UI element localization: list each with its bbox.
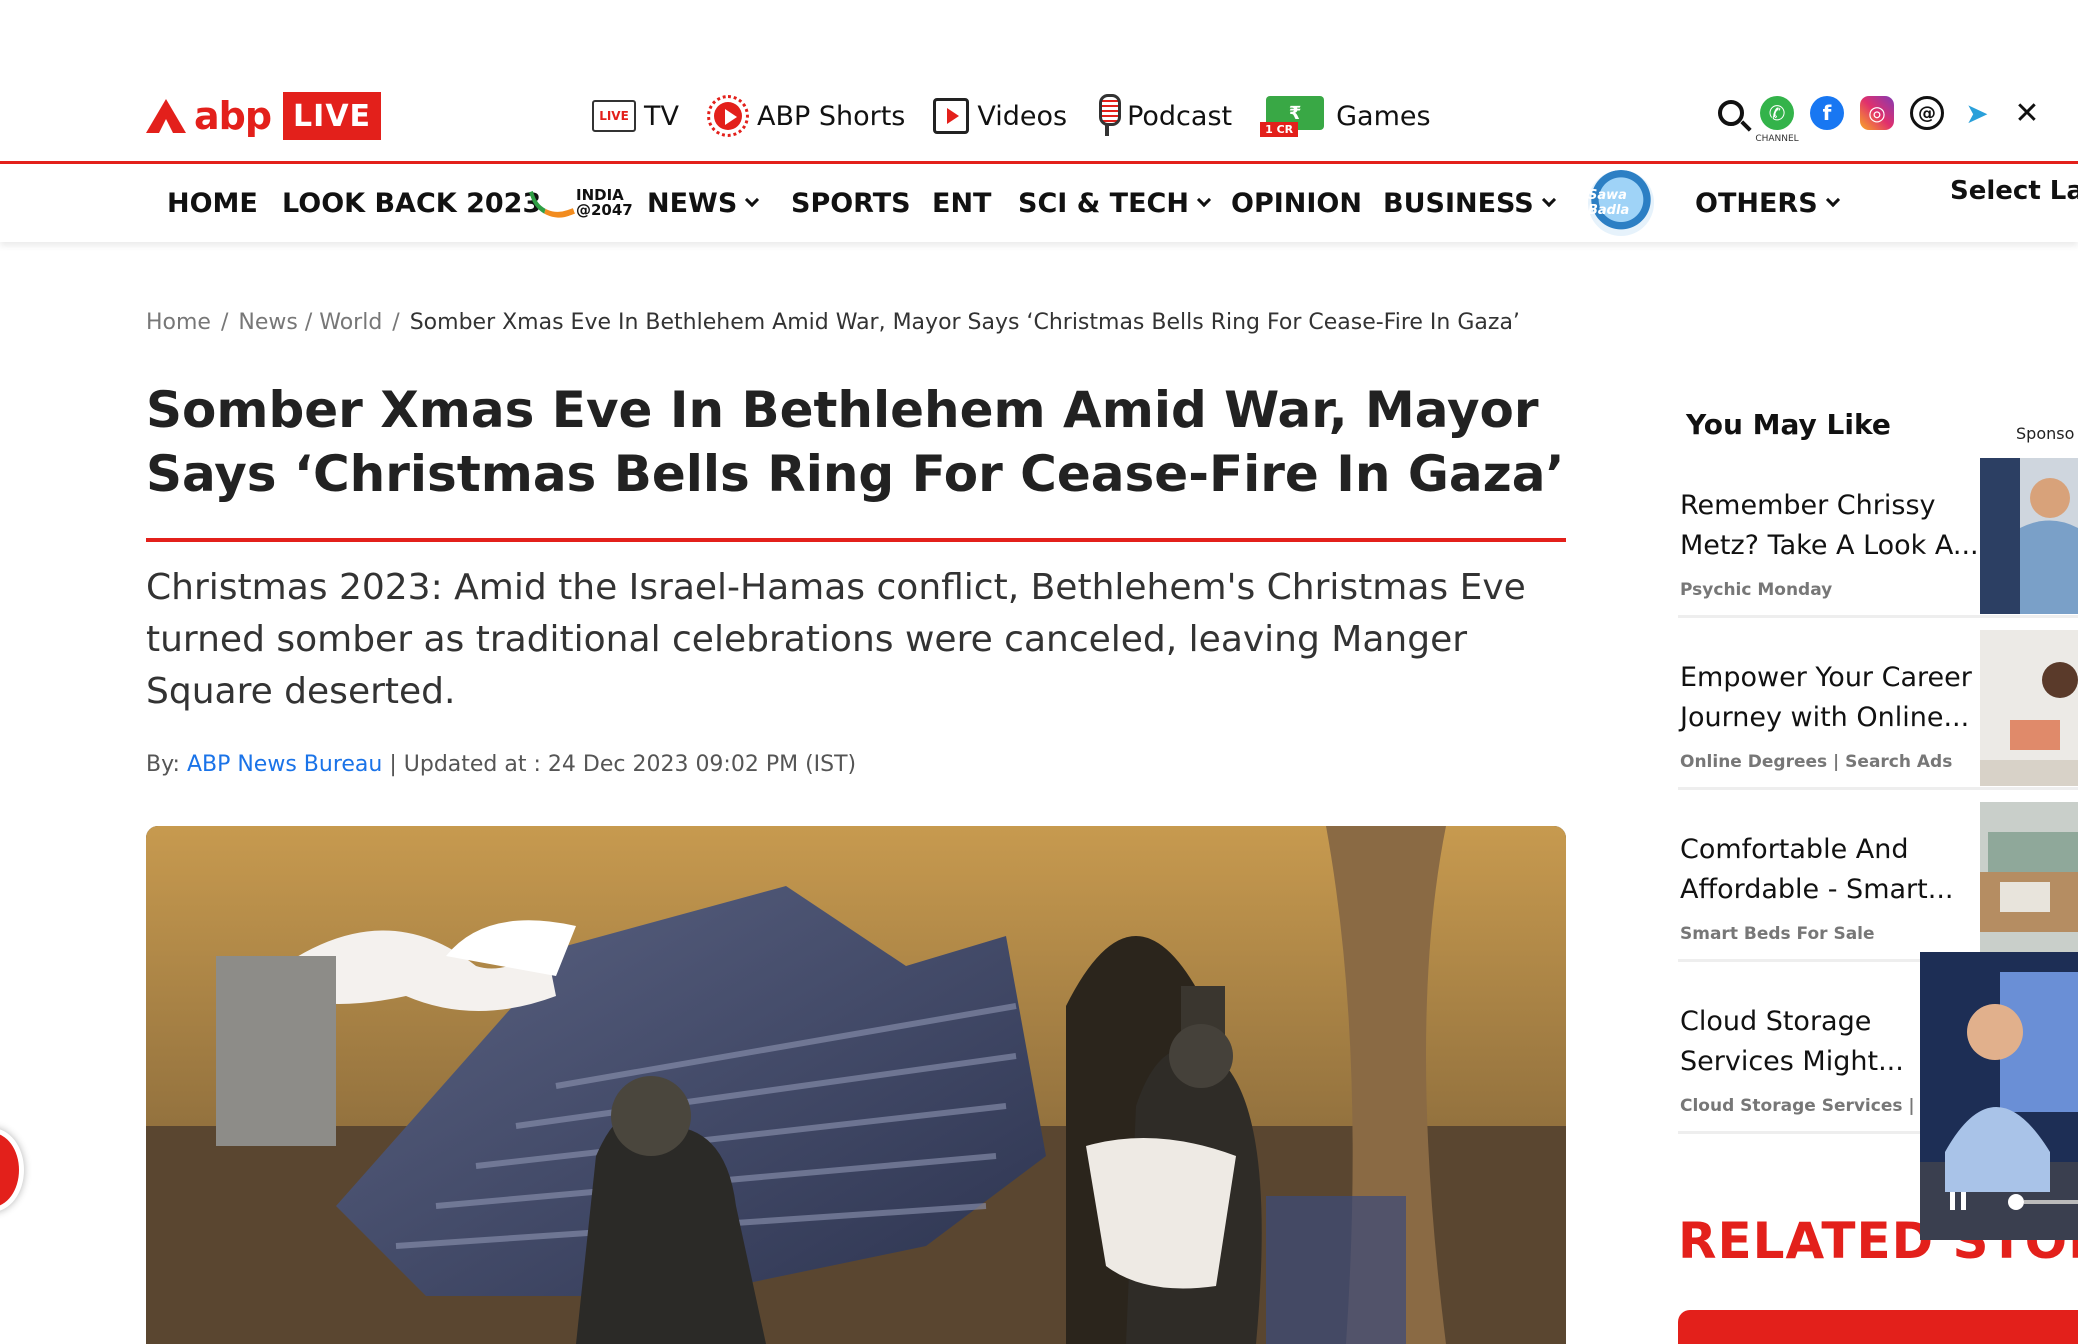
title-divider bbox=[146, 538, 1566, 542]
top-nav-tv[interactable]: LIVE TV bbox=[592, 100, 679, 132]
breadcrumb-section[interactable]: News / World bbox=[238, 310, 382, 335]
nav-india-2047[interactable]: INDIA @2047 bbox=[528, 164, 633, 242]
chevron-down-icon bbox=[745, 192, 760, 208]
top-nav-podcast-label: Podcast bbox=[1127, 100, 1233, 132]
sponsored-card-thumbnail bbox=[1980, 802, 2078, 958]
top-nav: LIVE TV ABP Shorts Videos Podcast ₹ 1 CR… bbox=[592, 90, 1459, 142]
nav-opinion[interactable]: OPINION bbox=[1231, 164, 1362, 242]
sponsored-card[interactable]: Comfortable And Affordable - Smart... Sm… bbox=[1678, 802, 2078, 962]
sponsored-card-thumbnail bbox=[1980, 630, 2078, 786]
sponsored-card[interactable]: Empower Your Career Journey with Online.… bbox=[1678, 630, 2078, 790]
whatsapp-icon[interactable]: ✆ CHANNEL bbox=[1755, 96, 1799, 144]
abp-logo-icon bbox=[146, 99, 186, 133]
sponsored-card-thumbnail bbox=[1980, 458, 2078, 614]
india-2047-logo-icon bbox=[528, 179, 576, 227]
updated-timestamp: 24 Dec 2023 09:02 PM (IST) bbox=[547, 752, 857, 777]
nav-business[interactable]: BUSINESS bbox=[1383, 164, 1556, 242]
nav-others[interactable]: OTHERS bbox=[1695, 164, 1840, 242]
video-play-icon bbox=[933, 98, 970, 134]
nav-home[interactable]: HOME bbox=[167, 164, 258, 242]
top-nav-videos-label: Videos bbox=[977, 100, 1068, 132]
sponsored-card-source: Psychic Monday bbox=[1680, 580, 1833, 600]
nav-look-back-2023[interactable]: LOOK BACK 2023 bbox=[282, 164, 541, 242]
sponsored-card-source: Cloud Storage Services | Sea bbox=[1680, 1096, 1956, 1116]
floating-video-player[interactable] bbox=[1920, 952, 2078, 1240]
microphone-icon bbox=[1095, 94, 1122, 138]
sponsored-card[interactable]: Remember Chrissy Metz? Take A Look A... … bbox=[1678, 458, 2078, 618]
top-nav-videos[interactable]: Videos bbox=[933, 98, 1067, 134]
chevron-down-icon bbox=[1825, 192, 1840, 208]
top-nav-tv-label: TV bbox=[644, 100, 679, 132]
whatsapp-channel-caption: CHANNEL bbox=[1755, 134, 1799, 144]
nav-sawa-badla[interactable]: Sawa Badla bbox=[1588, 164, 1654, 242]
related-story-card[interactable] bbox=[1678, 1310, 2078, 1344]
sponsored-card-source: Smart Beds For Sale bbox=[1680, 924, 1875, 944]
sponsored-label: Sponso bbox=[2016, 424, 2075, 443]
progress-bar[interactable] bbox=[2024, 1200, 2078, 1204]
breadcrumb-current: Somber Xmas Eve In Bethlehem Amid War, M… bbox=[409, 310, 1520, 335]
nav-sports[interactable]: SPORTS bbox=[791, 164, 911, 242]
live-badge: LIVE bbox=[283, 92, 382, 140]
progress-handle[interactable] bbox=[2008, 1194, 2024, 1210]
breadcrumb: Home / News / World / Somber Xmas Eve In… bbox=[146, 310, 1520, 335]
top-nav-games[interactable]: ₹ 1 CR Games bbox=[1260, 94, 1431, 138]
money-games-icon: ₹ 1 CR bbox=[1260, 94, 1328, 138]
select-language[interactable]: Select Lan bbox=[1950, 176, 2078, 206]
breadcrumb-home[interactable]: Home bbox=[146, 310, 211, 335]
abp-live-logo[interactable]: abp LIVE bbox=[146, 92, 382, 140]
you-may-like-heading: You May Like bbox=[1686, 408, 1891, 441]
sponsored-card-title: Remember Chrissy Metz? Take A Look A... bbox=[1680, 490, 1979, 561]
facebook-icon[interactable]: f bbox=[1810, 96, 1844, 130]
nav-sci-tech[interactable]: SCI & TECH bbox=[1018, 164, 1212, 242]
hero-image bbox=[146, 826, 1566, 1344]
logo-text: abp bbox=[194, 94, 272, 138]
x-icon[interactable]: ✕ bbox=[2010, 96, 2044, 131]
video-frame bbox=[1920, 952, 2078, 1240]
article-summary: Christmas 2023: Amid the Israel-Hamas co… bbox=[146, 567, 1526, 712]
byline: By: ABP News Bureau | Updated at : 24 De… bbox=[146, 752, 857, 777]
author-link[interactable]: ABP News Bureau bbox=[187, 752, 382, 777]
shorts-play-icon bbox=[706, 95, 749, 137]
top-nav-shorts-label: ABP Shorts bbox=[756, 100, 906, 132]
top-bar: abp LIVE LIVE TV ABP Shorts Videos Podca… bbox=[0, 0, 2078, 162]
instagram-icon[interactable]: ◎ bbox=[1860, 96, 1894, 130]
top-nav-abp-shorts[interactable]: ABP Shorts bbox=[706, 95, 906, 137]
nav-news[interactable]: NEWS bbox=[647, 164, 760, 242]
nav-ent[interactable]: ENT bbox=[932, 164, 991, 242]
live-tv-icon: LIVE bbox=[592, 100, 636, 132]
social-links: ✆ CHANNEL f ◎ @ ➤ ✕ bbox=[1718, 96, 2060, 144]
sawa-badla-logo-icon: Sawa Badla bbox=[1588, 170, 1654, 236]
floating-action-button[interactable] bbox=[0, 1128, 24, 1212]
sponsored-card-title: Empower Your Career Journey with Online.… bbox=[1680, 662, 1972, 733]
sponsored-card-title: Comfortable And Affordable - Smart... bbox=[1680, 834, 1954, 905]
top-nav-games-label: Games bbox=[1336, 100, 1431, 132]
search-icon[interactable] bbox=[1718, 100, 1744, 126]
pause-icon[interactable] bbox=[1950, 1192, 1966, 1210]
main-nav: HOME LOOK BACK 2023 INDIA @2047 NEWS SPOR… bbox=[0, 164, 2078, 242]
article-title: Somber Xmas Eve In Bethlehem Amid War, M… bbox=[146, 381, 1565, 503]
chevron-down-icon bbox=[1196, 192, 1212, 208]
chevron-down-icon bbox=[1541, 192, 1556, 208]
sponsored-card-source: Online Degrees | Search Ads bbox=[1680, 752, 1953, 772]
telegram-icon[interactable]: ➤ bbox=[1960, 96, 1994, 130]
top-nav-podcast[interactable]: Podcast bbox=[1095, 94, 1232, 138]
threads-icon[interactable]: @ bbox=[1910, 96, 1944, 130]
